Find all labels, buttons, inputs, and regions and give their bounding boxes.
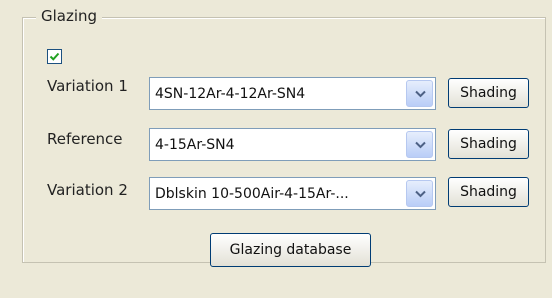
variation-2-label: Variation 2 <box>47 181 128 199</box>
variation-1-select[interactable]: 4SN-12Ar-4-12Ar-SN4 <box>149 77 436 110</box>
reference-label: Reference <box>47 130 123 148</box>
glazing-group-title: Glazing <box>36 6 103 26</box>
variation-1-shading-button[interactable]: Shading <box>448 78 529 108</box>
variation-2-shading-button[interactable]: Shading <box>448 177 529 207</box>
variation-1-label: Variation 1 <box>47 77 128 95</box>
variation-2-value: Dblskin 10-500Air-4-15Ar-... <box>155 186 349 202</box>
checkmark-icon <box>49 52 60 61</box>
reference-value: 4-15Ar-SN4 <box>155 137 235 153</box>
variation-1-value: 4SN-12Ar-4-12Ar-SN4 <box>155 86 306 102</box>
glazing-checkbox[interactable] <box>47 49 62 64</box>
chevron-down-icon <box>415 190 426 198</box>
reference-select[interactable]: 4-15Ar-SN4 <box>149 128 436 161</box>
variation-2-dropdown-button[interactable] <box>406 180 433 207</box>
glazing-database-button[interactable]: Glazing database <box>210 233 371 267</box>
reference-shading-button[interactable]: Shading <box>448 129 529 159</box>
reference-dropdown-button[interactable] <box>406 131 433 158</box>
variation-1-dropdown-button[interactable] <box>406 80 433 107</box>
variation-2-select[interactable]: Dblskin 10-500Air-4-15Ar-... <box>149 177 436 210</box>
chevron-down-icon <box>415 90 426 98</box>
chevron-down-icon <box>415 141 426 149</box>
